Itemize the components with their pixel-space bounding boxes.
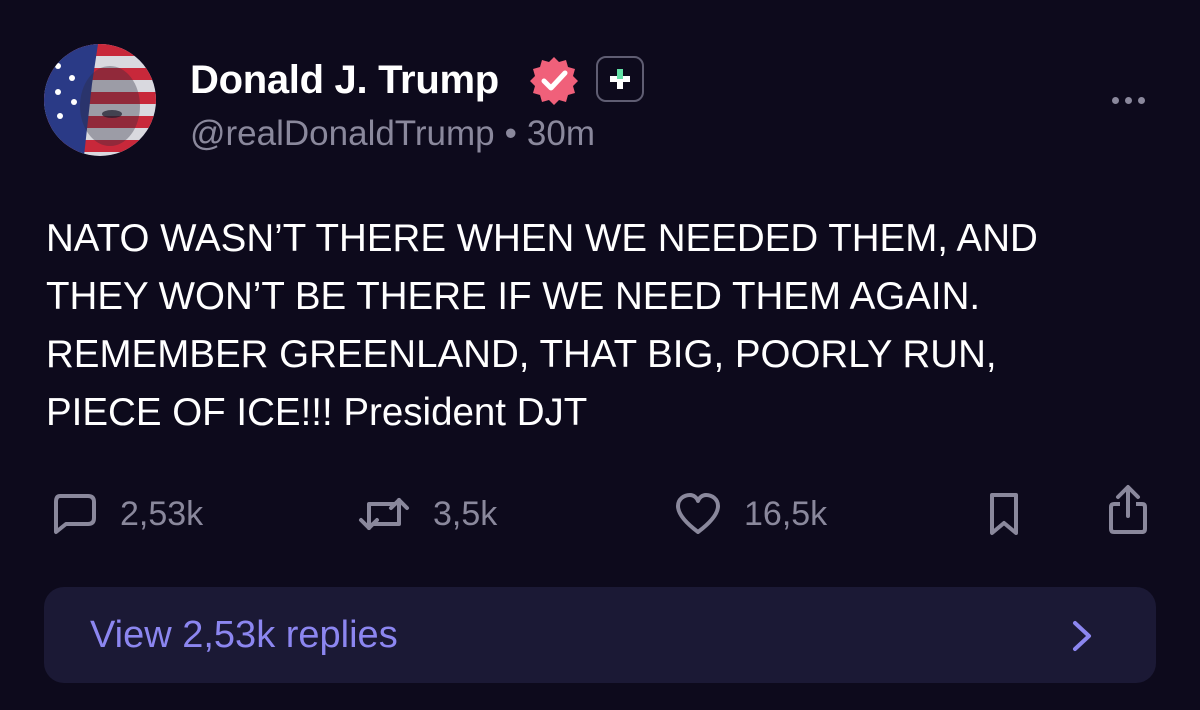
separator-dot: • [504,114,517,153]
bookmark-button[interactable] [986,490,1022,538]
handle-line: @realDonaldTrump • 30m [190,112,595,156]
avatar[interactable] [44,44,156,156]
bookmark-icon [990,493,1018,535]
view-replies-label: View 2,53k replies [90,614,398,656]
post-text: NATO WASN’T THERE WHEN WE NEEDED THEM, A… [46,217,1038,434]
more-dots-icon [1124,96,1132,104]
heart-icon [676,493,720,534]
author-handle[interactable]: @realDonaldTrump [190,114,495,153]
view-replies-button[interactable]: View 2,53k replies [44,587,1156,683]
chevron-right-icon [1073,621,1091,651]
author-name[interactable]: Donald J. Trump [190,56,499,104]
repost-count: 3,5k [433,494,498,533]
more-dots-icon [1137,96,1145,104]
more-options-button[interactable] [1100,86,1156,114]
repost-button[interactable]: 3,5k [357,490,497,538]
flag-face-avatar-image [44,44,156,156]
verified-badge-icon [528,54,580,106]
more-dots-icon [1111,96,1119,104]
share-icon [1109,485,1147,534]
like-count: 16,5k [744,494,828,533]
plus-badge-icon[interactable] [596,56,644,102]
comment-icon [54,494,96,534]
share-button[interactable] [1106,485,1150,534]
reply-count: 2,53k [120,494,204,533]
like-button[interactable]: 16,5k [674,490,827,538]
reply-button[interactable]: 2,53k [50,490,203,538]
post-time: 30m [526,114,595,153]
repost-icon [359,498,409,530]
